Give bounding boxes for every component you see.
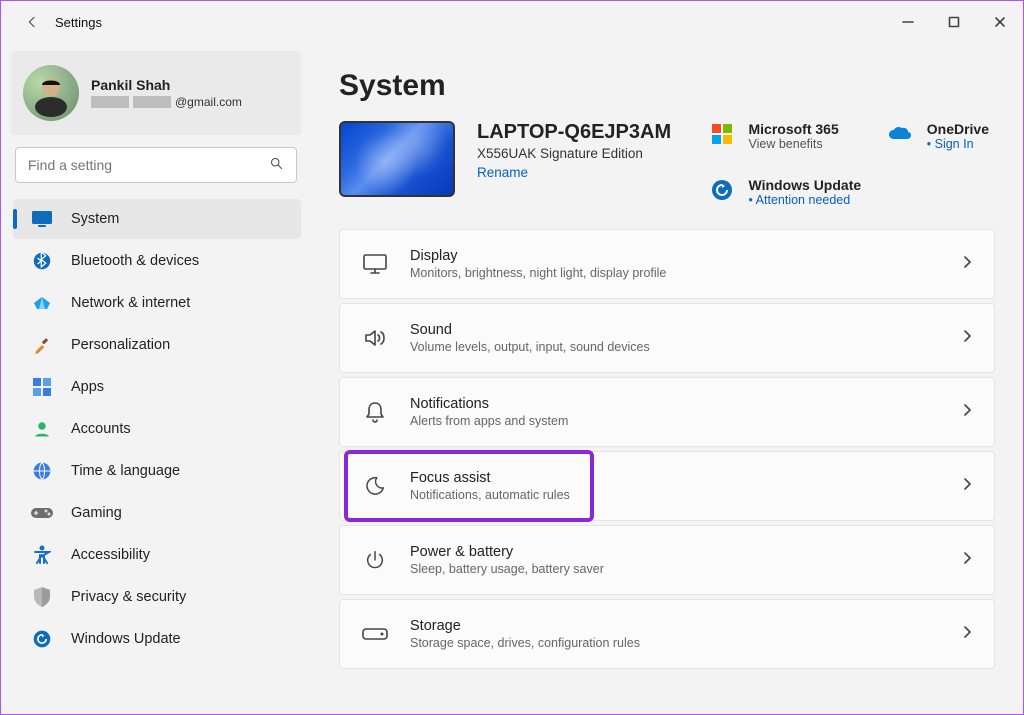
time-icon [31,460,53,482]
apps-icon [31,376,53,398]
privacy-icon [31,586,53,608]
card-subtitle: Monitors, brightness, night light, displ… [410,266,666,280]
device-name: LAPTOP-Q6EJP3AM [477,121,671,144]
onedrive-tile[interactable]: OneDriveSign In [887,121,989,151]
sidebar-item-network[interactable]: Network & internet [13,283,301,323]
card-subtitle: Sleep, battery usage, battery saver [410,562,604,576]
card-notifications[interactable]: Notifications Alerts from apps and system [339,377,995,447]
main-content: System LAPTOP-Q6EJP3AM X556UAK Signature… [311,43,1023,714]
titlebar: Settings [1,1,1023,43]
chevron-right-icon [962,477,972,496]
sidebar-item-bluetooth[interactable]: Bluetooth & devices [13,241,301,281]
bluetooth-icon [31,250,53,272]
sidebar-item-label: Windows Update [71,631,181,647]
sidebar-item-label: System [71,211,119,227]
card-subtitle: Volume levels, output, input, sound devi… [410,340,650,354]
focus-icon [362,473,388,499]
sidebar: Pankil Shah @gmail.com System Bluetooth &… [1,43,311,714]
power-icon [362,547,388,573]
sidebar-item-personalization[interactable]: Personalization [13,325,301,365]
rename-link[interactable]: Rename [477,165,671,180]
device-hero: LAPTOP-Q6EJP3AM X556UAK Signature Editio… [339,121,995,207]
card-subtitle: Alerts from apps and system [410,414,568,428]
network-icon [31,292,53,314]
sidebar-item-label: Privacy & security [71,589,186,605]
sidebar-item-accessibility[interactable]: Accessibility [13,535,301,575]
sidebar-item-time[interactable]: Time & language [13,451,301,491]
sidebar-item-update[interactable]: Windows Update [13,619,301,659]
card-power[interactable]: Power & battery Sleep, battery usage, bat… [339,525,995,595]
card-subtitle: Storage space, drives, configuration rul… [410,636,640,650]
page-title: System [339,69,995,103]
sidebar-item-label: Time & language [71,463,180,479]
card-sound[interactable]: Sound Volume levels, output, input, sound… [339,303,995,373]
gaming-icon [31,502,53,524]
window-minimize-button[interactable] [885,1,931,43]
personalization-icon [31,334,53,356]
chevron-right-icon [962,625,972,644]
sidebar-item-accounts[interactable]: Accounts [13,409,301,449]
search-input[interactable] [28,157,269,173]
window-title: Settings [55,15,102,30]
sidebar-item-label: Personalization [71,337,170,353]
card-title: Focus assist [410,470,570,486]
storage-icon [362,621,388,647]
chevron-right-icon [962,255,972,274]
card-title: Sound [410,322,650,338]
window-close-button[interactable] [977,1,1023,43]
settings-cards: Display Monitors, brightness, night light… [339,229,995,669]
sidebar-item-label: Gaming [71,505,122,521]
profile-card[interactable]: Pankil Shah @gmail.com [11,51,301,135]
update-icon [709,177,735,203]
m365-icon [709,121,735,147]
sidebar-item-label: Accounts [71,421,131,437]
profile-email: @gmail.com [91,95,242,109]
search-box[interactable] [15,147,297,183]
sidebar-item-privacy[interactable]: Privacy & security [13,577,301,617]
sound-icon [362,325,388,351]
card-storage[interactable]: Storage Storage space, drives, configurat… [339,599,995,669]
sidebar-item-label: Network & internet [71,295,190,311]
device-wallpaper-thumb [339,121,455,197]
update-icon [31,628,53,650]
nav-list: System Bluetooth & devices Network & inter… [11,199,301,659]
sidebar-item-apps[interactable]: Apps [13,367,301,407]
card-title: Power & battery [410,544,604,560]
display-icon [362,251,388,277]
card-title: Storage [410,618,640,634]
device-model: X556UAK Signature Edition [477,146,671,161]
sidebar-item-label: Bluetooth & devices [71,253,199,269]
system-icon [31,208,53,230]
windows-update-tile[interactable]: Windows UpdateAttention needed [709,177,990,207]
notifications-icon [362,399,388,425]
back-button[interactable] [19,9,45,35]
chevron-right-icon [962,551,972,570]
sidebar-item-system[interactable]: System [13,199,301,239]
accessibility-icon [31,544,53,566]
card-subtitle: Notifications, automatic rules [410,488,570,502]
update-attention-link[interactable]: Attention needed [749,193,862,207]
card-title: Display [410,248,666,264]
sidebar-item-gaming[interactable]: Gaming [13,493,301,533]
chevron-right-icon [962,329,972,348]
sidebar-item-label: Apps [71,379,104,395]
avatar [23,65,79,121]
profile-name: Pankil Shah [91,77,242,93]
search-icon [269,156,284,174]
window-maximize-button[interactable] [931,1,977,43]
chevron-right-icon [962,403,972,422]
card-focus[interactable]: Focus assist Notifications, automatic rul… [339,451,995,521]
card-display[interactable]: Display Monitors, brightness, night light… [339,229,995,299]
accounts-icon [31,418,53,440]
onedrive-icon [887,121,913,147]
sidebar-item-label: Accessibility [71,547,150,563]
onedrive-signin-link[interactable]: Sign In [927,137,989,151]
m365-tile[interactable]: Microsoft 365View benefits [709,121,839,151]
card-title: Notifications [410,396,568,412]
